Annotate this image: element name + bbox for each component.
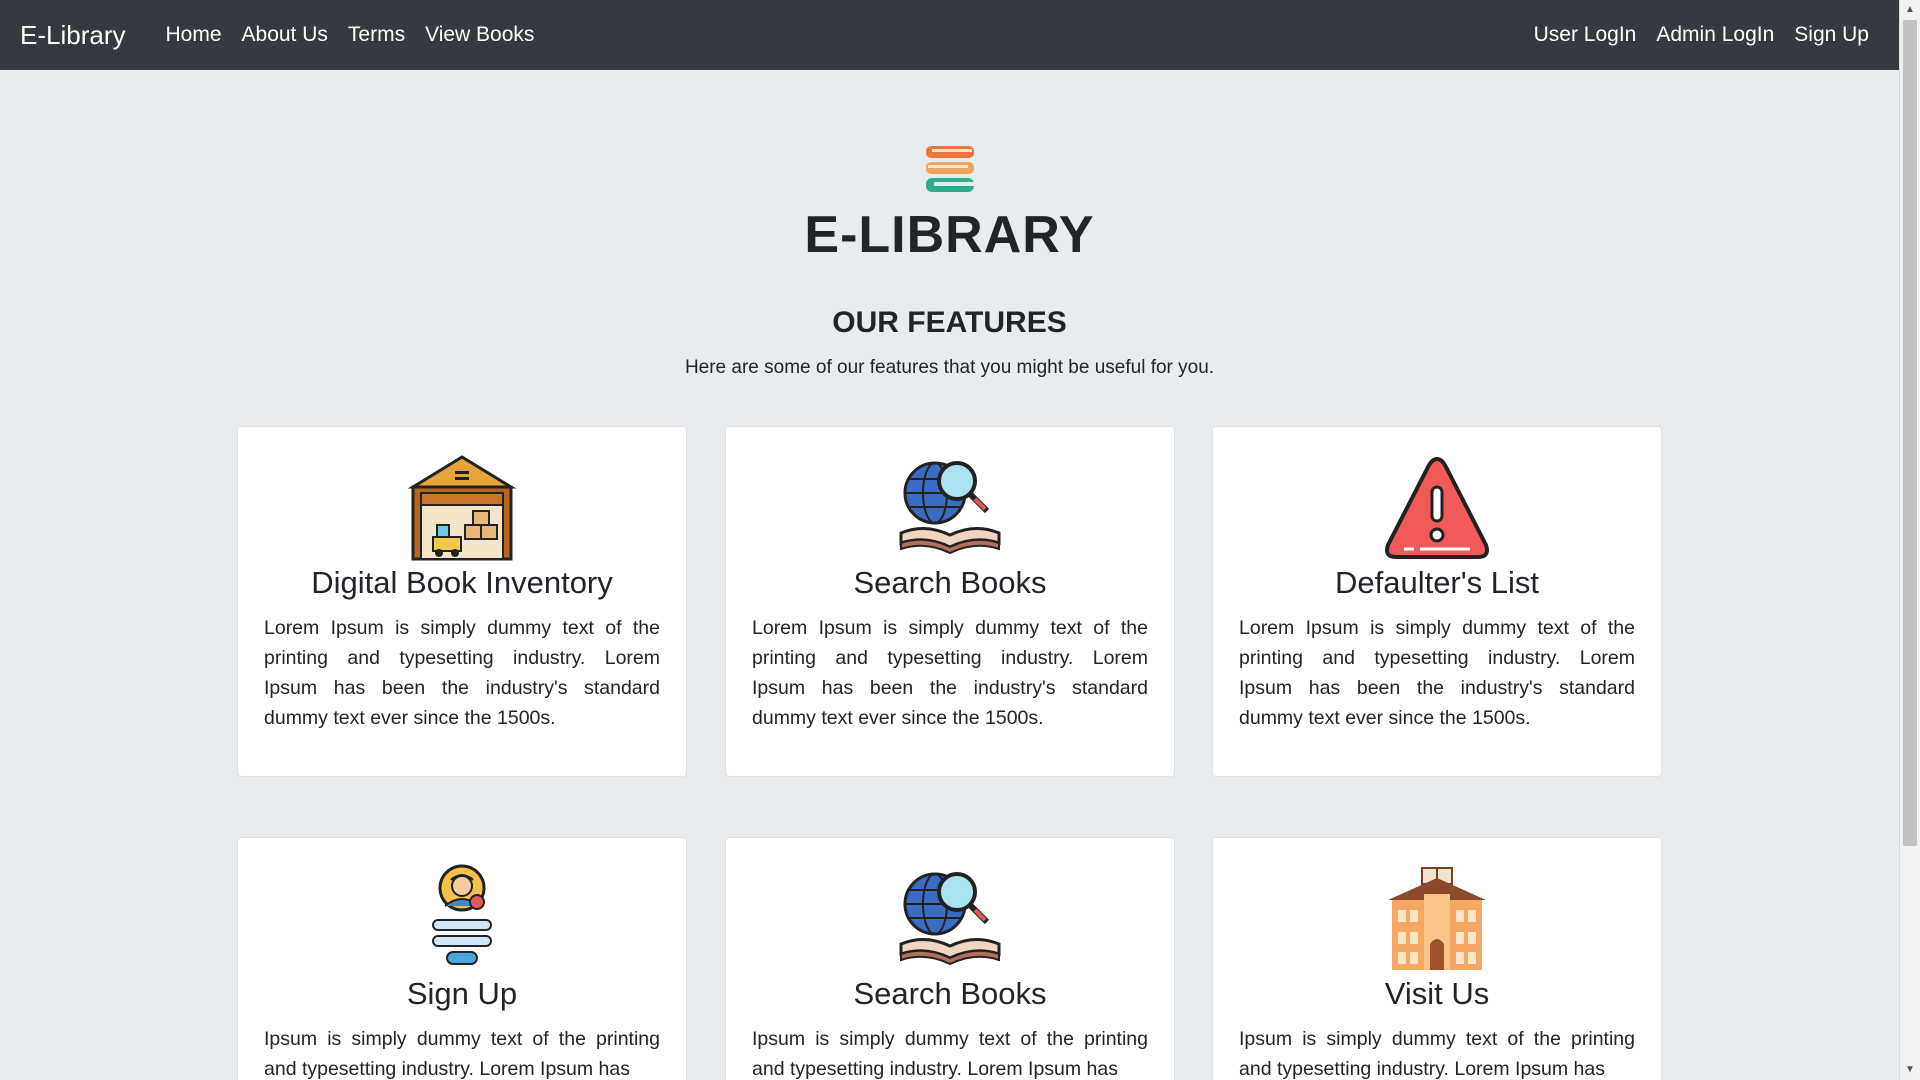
card-title: Sign Up xyxy=(406,976,518,1011)
features-subtitle: Here are some of our features that you m… xyxy=(684,357,1215,378)
nav-link-view-books[interactable]: View Books xyxy=(415,23,544,47)
feature-card-defaulters-list: Defaulter's List Lorem Ipsum is simply d… xyxy=(1212,426,1662,777)
nav-link-sign-up[interactable]: Sign Up xyxy=(1784,23,1879,47)
nav-link-home[interactable]: Home xyxy=(155,23,231,47)
navbar: E-Library Home About Us Terms View Books… xyxy=(0,0,1899,70)
feature-card-sign-up: Sign Up Ipsum is simply dummy text of th… xyxy=(237,837,687,1080)
card-text: Ipsum is simply dummy text of the printi… xyxy=(1239,1028,1635,1080)
feature-card-digital-book-inventory: Digital Book Inventory Lorem Ipsum is si… xyxy=(237,426,687,777)
books-stack-icon xyxy=(925,146,974,192)
feature-card-search-books: Search Books Lorem Ipsum is simply dummy… xyxy=(725,426,1175,777)
feature-card-search-books-2: Search Books Ipsum is simply dummy text … xyxy=(725,837,1175,1080)
user-form-icon xyxy=(432,864,492,965)
brand-link[interactable]: E-Library xyxy=(20,20,125,51)
hero-section: E-LIBRARY OUR FEATURES Here are some of … xyxy=(0,140,1899,381)
features-heading: OUR FEATURES xyxy=(832,306,1067,339)
library-building-icon xyxy=(1388,867,1486,970)
scroll-down-arrow-icon[interactable]: ▼ xyxy=(1900,1060,1920,1080)
card-text: Ipsum is simply dummy text of the printi… xyxy=(752,1028,1148,1080)
nav-link-user-login[interactable]: User LogIn xyxy=(1524,23,1647,47)
warehouse-icon xyxy=(407,455,517,561)
nav-link-admin-login[interactable]: Admin LogIn xyxy=(1646,23,1784,47)
card-title: Digital Book Inventory xyxy=(311,565,613,600)
nav-left: E-Library Home About Us Terms View Books xyxy=(20,20,544,51)
card-title: Search Books xyxy=(853,976,1047,1011)
card-text: Lorem Ipsum is simply dummy text of the … xyxy=(752,617,1148,729)
card-text: Lorem Ipsum is simply dummy text of the … xyxy=(1239,617,1635,729)
card-title: Visit Us xyxy=(1384,976,1490,1011)
page-scrollbar[interactable]: ▲ ▼ xyxy=(1899,0,1920,1080)
globe-search-book-icon xyxy=(899,461,1001,555)
card-text: Lorem Ipsum is simply dummy text of the … xyxy=(264,617,660,729)
scroll-thumb[interactable] xyxy=(1903,20,1917,846)
nav-right: User LogIn Admin LogIn Sign Up xyxy=(1524,23,1879,47)
nav-link-about-us[interactable]: About Us xyxy=(232,23,338,47)
card-text: Ipsum is simply dummy text of the printi… xyxy=(264,1028,660,1080)
page-title: E-LIBRARY xyxy=(804,206,1095,264)
warning-triangle-icon xyxy=(1385,456,1489,559)
card-title: Defaulter's List xyxy=(1334,565,1540,600)
globe-search-book-icon xyxy=(899,872,1001,966)
nav-link-terms[interactable]: Terms xyxy=(338,23,415,47)
scroll-up-arrow-icon[interactable]: ▲ xyxy=(1900,0,1920,20)
feature-card-visit-us: Visit Us Ipsum is simply dummy text of t… xyxy=(1212,837,1662,1080)
card-title: Search Books xyxy=(853,565,1047,600)
